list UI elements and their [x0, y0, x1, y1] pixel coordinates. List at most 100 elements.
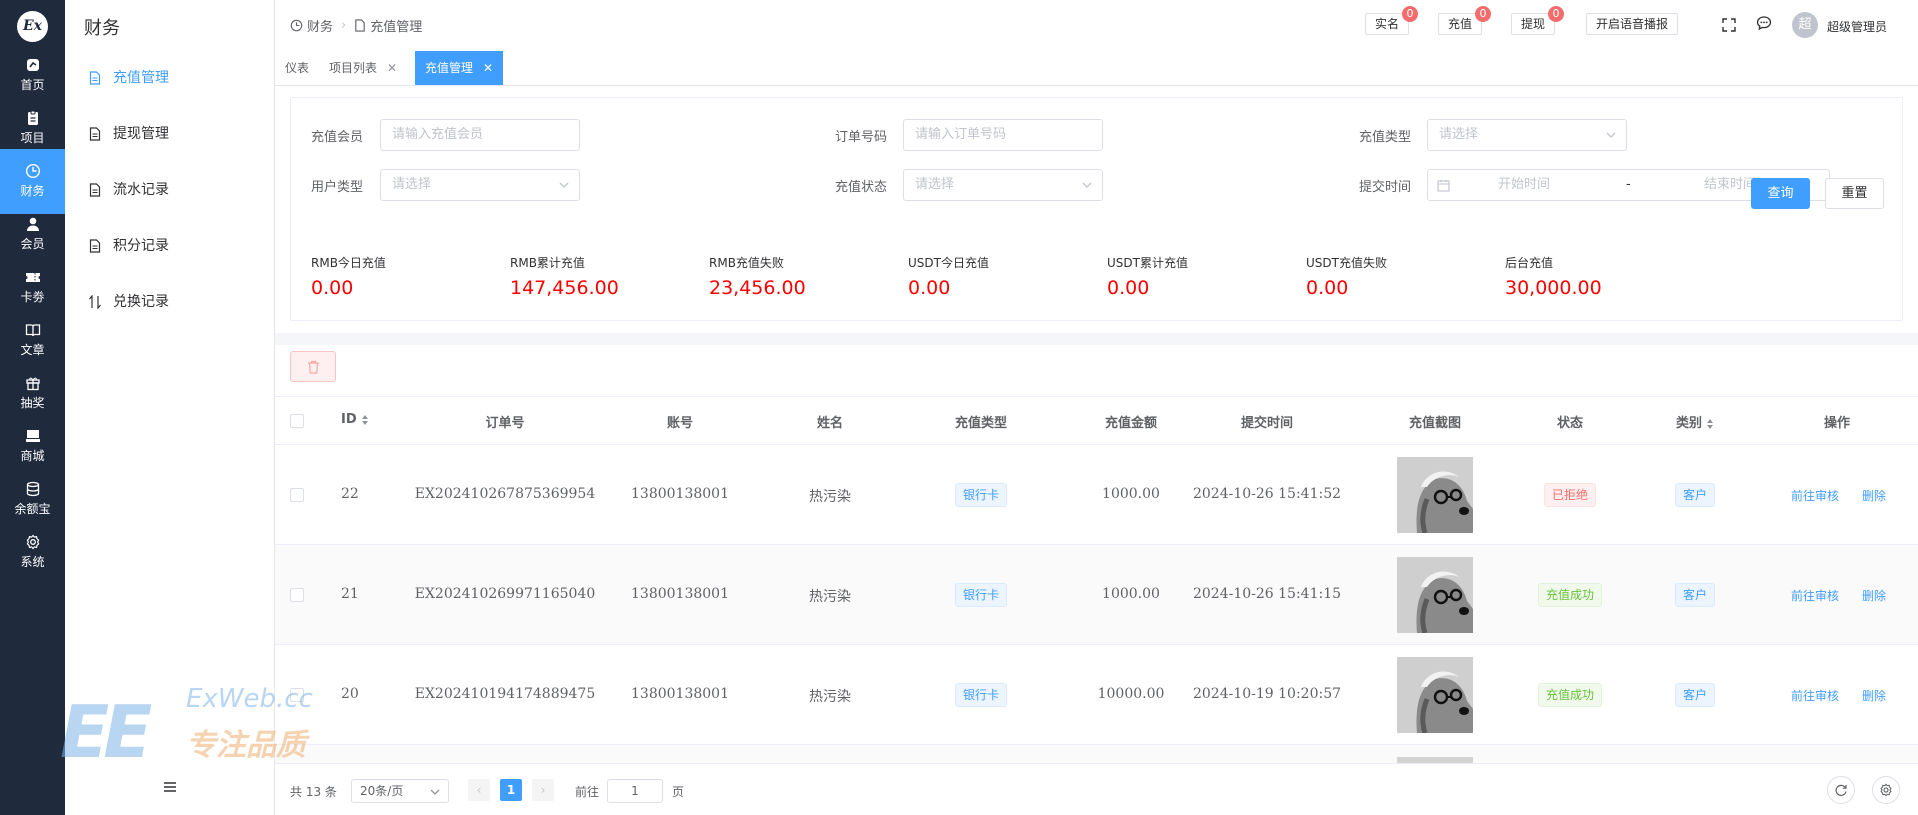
- stat-label: USDT充值失败: [1306, 256, 1387, 270]
- submenu-item-label: 积分记录: [113, 238, 169, 254]
- time-separator: -: [1626, 177, 1631, 192]
- usertype-select[interactable]: 请选择: [380, 169, 580, 201]
- message-icon[interactable]: [1756, 15, 1772, 31]
- rail-item-label: 抽奖: [20, 396, 45, 410]
- review-link[interactable]: 前往审核: [1791, 587, 1839, 604]
- close-icon[interactable]: ✕: [483, 61, 493, 75]
- page-suffix: 页: [672, 785, 685, 799]
- collapse-menu-icon[interactable]: [162, 779, 178, 795]
- order-input[interactable]: 请输入订单号码: [903, 119, 1103, 151]
- gear-icon: [1880, 783, 1892, 797]
- delete-link[interactable]: 删除: [1862, 487, 1886, 504]
- app-logo[interactable]: Ex: [17, 11, 48, 42]
- goto-page-input[interactable]: 1: [607, 779, 663, 803]
- submenu-item-points[interactable]: 积分记录: [65, 228, 274, 264]
- recharge-notify-button[interactable]: 充值 0: [1438, 6, 1492, 35]
- table-row[interactable]: 20 EX202410194174889475 13800138001 热污染 …: [275, 645, 1918, 745]
- delete-link[interactable]: 删除: [1862, 587, 1886, 604]
- realname-button[interactable]: 实名 0: [1365, 6, 1419, 35]
- tab-label: 仪表: [285, 61, 310, 75]
- cell-amount: 1000.00: [1102, 586, 1160, 602]
- member-input[interactable]: 请输入充值会员: [380, 119, 580, 151]
- withdraw-notify-button[interactable]: 提现 0: [1511, 6, 1565, 35]
- rail-item-label: 文章: [20, 343, 45, 357]
- tab-project-list[interactable]: 项目列表 ✕: [319, 50, 407, 86]
- status-select[interactable]: 请选择: [903, 169, 1103, 201]
- recharge-screenshot-thumbnail[interactable]: [1397, 657, 1473, 733]
- tab-dashboard[interactable]: 仪表: [275, 50, 319, 86]
- reset-button[interactable]: 重置: [1825, 178, 1884, 209]
- type-tag: 银行卡: [954, 483, 1008, 507]
- table-row[interactable]: 21 EX202410269971165040 13800138001 热污染 …: [275, 545, 1918, 645]
- submenu-title: 财务: [84, 18, 120, 39]
- status-label: 充值状态: [835, 180, 888, 195]
- refresh-button[interactable]: [1827, 776, 1855, 804]
- finance-submenu: 财务 充值管理 提现管理 流水记录 积分记录 兑换记录: [65, 0, 275, 815]
- row-checkbox[interactable]: [290, 588, 304, 602]
- page-size-select[interactable]: 20条/页: [351, 779, 449, 803]
- document-icon: [89, 239, 101, 253]
- column-id[interactable]: ID: [341, 412, 369, 427]
- chevron-right-icon: ›: [341, 18, 347, 33]
- submenu-item-withdraw[interactable]: 提现管理: [65, 116, 274, 152]
- row-checkbox[interactable]: [290, 688, 304, 702]
- batch-delete-button[interactable]: [290, 351, 336, 382]
- clock-icon: [25, 163, 40, 179]
- avatar[interactable]: 超: [1792, 12, 1818, 38]
- breadcrumb-finance[interactable]: 财务: [307, 16, 333, 35]
- recharge-screenshot-thumbnail[interactable]: [1397, 557, 1473, 633]
- refresh-icon: [1835, 784, 1847, 796]
- gift-icon: [25, 377, 40, 391]
- query-button[interactable]: 查询: [1751, 178, 1810, 209]
- recharge-screenshot-thumbnail[interactable]: [1397, 457, 1473, 533]
- chevron-down-icon: [430, 789, 440, 795]
- category-tag: 客户: [1674, 683, 1716, 707]
- submenu-item-recharge[interactable]: 充值管理: [65, 60, 274, 96]
- column-time: 提交时间: [1240, 416, 1294, 431]
- submenu-item-flow[interactable]: 流水记录: [65, 172, 274, 208]
- dog-photo-image: [1397, 557, 1473, 633]
- tab-label: 充值管理: [425, 61, 474, 75]
- sort-icon[interactable]: [1706, 418, 1714, 430]
- search-card: 充值会员 请输入充值会员 订单号码 请输入订单号码 充值类型 请选择 用户类型 …: [290, 97, 1903, 321]
- document-icon: [89, 127, 101, 141]
- submenu-item-exchange[interactable]: 兑换记录: [65, 284, 274, 320]
- sort-icon[interactable]: [361, 414, 369, 426]
- tab-recharge[interactable]: 充值管理 ✕: [415, 51, 504, 85]
- username[interactable]: 超级管理员: [1827, 18, 1887, 35]
- type-tag: 银行卡: [954, 583, 1008, 607]
- rail-item-system[interactable]: 系统: [0, 520, 65, 585]
- voice-broadcast-button[interactable]: 开启语音播报: [1586, 13, 1679, 35]
- row-checkbox[interactable]: [290, 488, 304, 502]
- book-icon: [25, 324, 40, 337]
- time-end-input[interactable]: 结束时间: [1704, 170, 1756, 200]
- table-row[interactable]: [275, 745, 1918, 763]
- time-start-input[interactable]: 开始时间: [1498, 170, 1550, 200]
- cell-time: 2024-10-26 15:41:15: [1192, 586, 1342, 602]
- prev-page-button[interactable]: ‹: [468, 779, 490, 801]
- column-amount: 充值金额: [1104, 416, 1158, 431]
- page-number-current[interactable]: 1: [500, 779, 522, 801]
- document-icon: [89, 71, 101, 85]
- column-category[interactable]: 类别: [1676, 412, 1714, 431]
- submenu-item-label: 流水记录: [113, 182, 169, 198]
- type-select[interactable]: 请选择: [1427, 119, 1627, 151]
- ticket-icon: [25, 273, 40, 282]
- recharge-notify-label: 充值: [1448, 17, 1473, 31]
- select-all-checkbox[interactable]: [290, 414, 304, 428]
- settings-button[interactable]: [1872, 776, 1900, 804]
- cell-order: EX202410269971165040: [414, 586, 596, 602]
- close-icon[interactable]: ✕: [387, 61, 397, 75]
- review-link[interactable]: 前往审核: [1791, 487, 1839, 504]
- delete-link[interactable]: 删除: [1862, 687, 1886, 704]
- main-rail: Ex 首页 项目 财务 会员 卡劵 文章 抽奖 商城 余额宝 系统: [0, 0, 65, 815]
- table-row[interactable]: 22 EX202410267875369954 13800138001 热污染 …: [275, 445, 1918, 545]
- review-link[interactable]: 前往审核: [1791, 687, 1839, 704]
- category-tag: 客户: [1674, 583, 1716, 607]
- fullscreen-icon[interactable]: [1721, 17, 1737, 33]
- type-tag: 银行卡: [954, 683, 1008, 707]
- divider: [275, 333, 1918, 345]
- next-page-button[interactable]: ›: [532, 779, 554, 801]
- recharge-badge: 0: [1475, 6, 1492, 22]
- tab-label: 项目列表: [329, 61, 378, 75]
